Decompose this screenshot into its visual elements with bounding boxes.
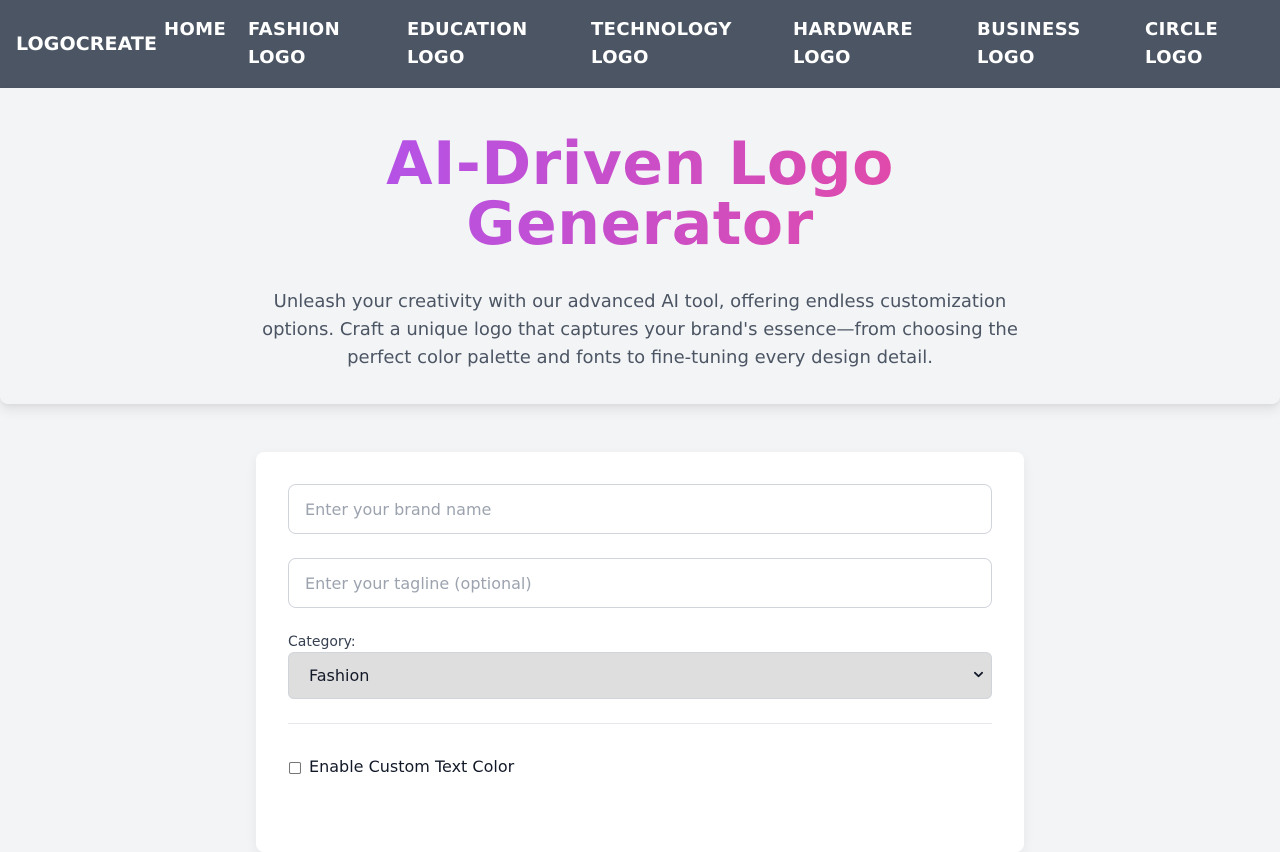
chevron-down-icon (974, 671, 983, 678)
nav-item-home[interactable]: HOME (164, 16, 234, 44)
tagline-input[interactable] (288, 558, 992, 608)
hero-title: AI-Driven Logo Generator (240, 134, 1040, 254)
category-select[interactable]: Fashion (288, 652, 992, 699)
hero-description: Unleash your creativity with our advance… (262, 291, 1018, 368)
form-divider (288, 723, 992, 724)
nav-item-business-logo[interactable]: BUSINESS LOGO (977, 16, 1097, 72)
category-label: Category: (288, 634, 356, 650)
hero-section: AI-Driven Logo Generator Unleash your cr… (0, 88, 1280, 404)
brand-name-input[interactable] (288, 484, 992, 534)
custom-text-color-label[interactable]: Enable Custom Text Color (309, 757, 514, 777)
nav-item-hardware-logo[interactable]: HARDWARE LOGO (793, 16, 933, 72)
nav-item-circle-logo[interactable]: CIRCLE LOGO (1145, 16, 1255, 72)
site-logo[interactable]: LOGOCREATE (16, 31, 157, 57)
nav-item-education-logo[interactable]: EDUCATION LOGO (407, 16, 547, 72)
logo-generator-form: Category: Fashion Enable Custom Text Col… (256, 452, 1024, 852)
nav-item-technology-logo[interactable]: TECHNOLOGY LOGO (591, 16, 751, 72)
custom-text-color-checkbox[interactable] (289, 762, 301, 774)
category-selected-value: Fashion (309, 666, 370, 685)
top-navbar: LOGOCREATE HOME FASHION LOGO EDUCATION L… (0, 0, 1280, 88)
nav-item-fashion-logo[interactable]: FASHION LOGO (248, 16, 368, 72)
